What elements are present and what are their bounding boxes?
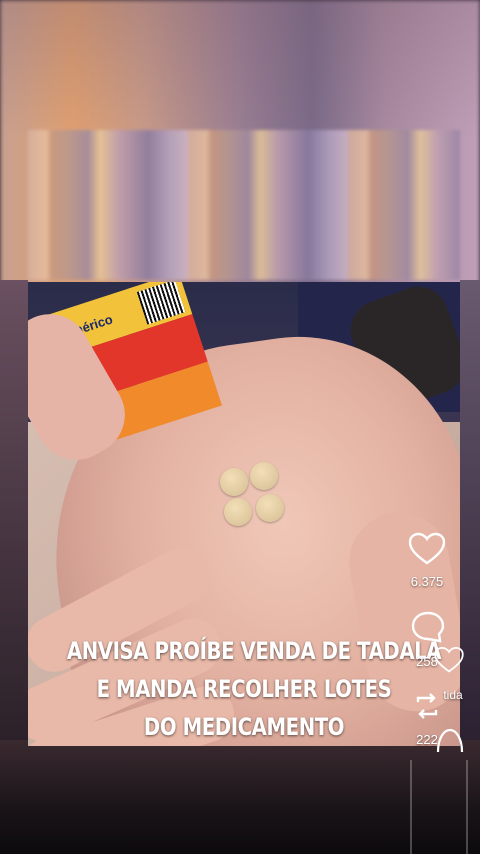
pill: [250, 462, 278, 490]
caption-line-2: E MANDA RECOLHER LOTES: [96, 675, 392, 703]
repost-icon[interactable]: [412, 690, 442, 722]
bottom-glitch-lines: [380, 760, 480, 854]
background-stripes: [28, 130, 460, 280]
background-side-left: [0, 280, 28, 750]
caption-line-1: ANVISA PROÍBE VENDA DE TADALA: [66, 637, 442, 665]
pill: [224, 498, 252, 526]
caption-line-3: DO MEDICAMENTO: [143, 713, 345, 741]
overlay-heart: [432, 646, 466, 674]
repost-action[interactable]: [412, 690, 442, 722]
pill: [256, 494, 284, 522]
comment-bubble-icon[interactable]: [410, 610, 446, 644]
pills: [218, 462, 288, 532]
pill: [220, 468, 248, 496]
heart-outline-icon: [432, 646, 466, 674]
like-action[interactable]: [406, 532, 448, 566]
comment-action[interactable]: [410, 610, 446, 644]
background-overlay: [0, 0, 480, 140]
overlay-circle: [434, 726, 466, 756]
heart-icon[interactable]: [406, 532, 448, 566]
background-side-right: [460, 280, 480, 750]
partial-circle-icon: [434, 726, 466, 756]
video-caption: ANVISA PROÍBE VENDA DE TADALA E MANDA RE…: [66, 632, 442, 746]
like-count: 6.375: [410, 574, 444, 589]
